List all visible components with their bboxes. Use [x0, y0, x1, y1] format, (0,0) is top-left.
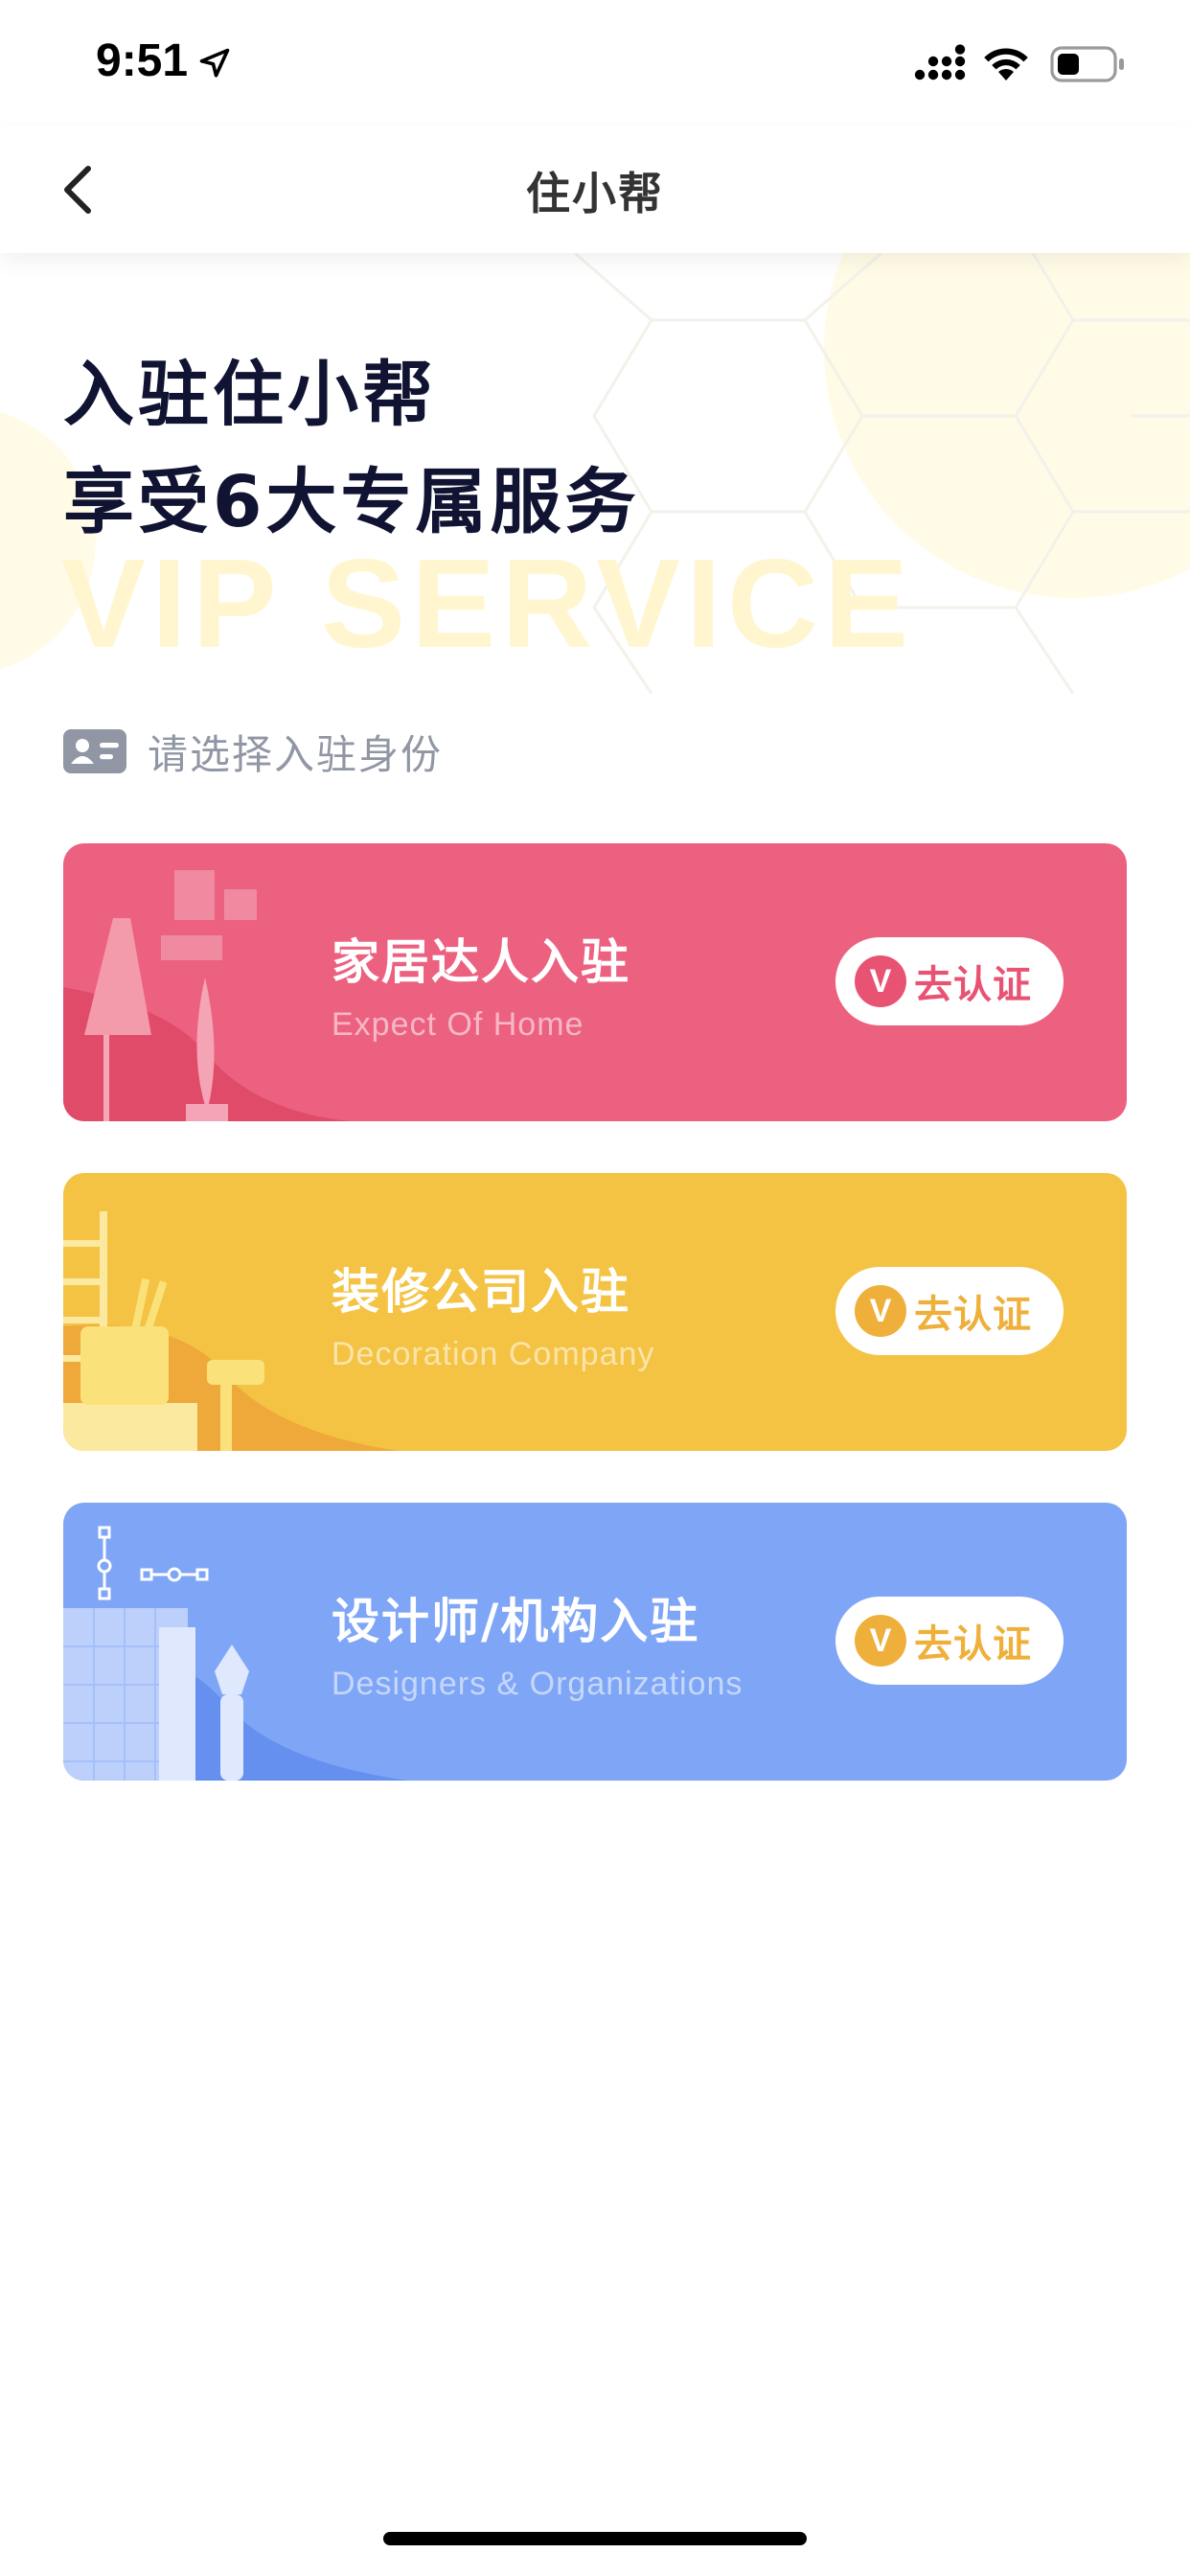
verify-button-label: 去认证: [914, 1622, 1032, 1667]
card-title: 家居达人入驻: [332, 934, 630, 990]
status-time: 9:51: [96, 35, 189, 86]
location-arrow-icon: [199, 48, 230, 78]
card-designer-organization[interactable]: 设计师/机构入驻 Designers & Organizations V 去认证: [63, 1503, 1127, 1781]
section-label-text: 请选择入驻身份: [148, 730, 444, 778]
verify-button[interactable]: V 去认证: [835, 1267, 1064, 1355]
navigation-bar: 住小帮: [0, 126, 1190, 253]
status-bar: 9:51: [0, 0, 1190, 126]
hero-headline: 入驻住小帮: [63, 354, 437, 436]
cellular-signal-icon: [914, 44, 966, 80]
verify-button-label: 去认证: [914, 1293, 1032, 1337]
card-subtitle: Decoration Company: [332, 1336, 655, 1372]
vip-badge-icon: V: [855, 955, 906, 1007]
wifi-icon: [984, 48, 1028, 80]
card-title: 装修公司入驻: [332, 1264, 630, 1320]
id-card-icon: [63, 729, 126, 773]
vip-badge-icon: V: [855, 1285, 906, 1337]
hero-subheadline: 享受6大专属服务: [63, 461, 640, 543]
identity-select-label: 请选择入驻身份: [63, 724, 443, 778]
vip-service-watermark: VIP SERVICE: [61, 533, 915, 674]
home-indicator[interactable]: [383, 2532, 807, 2545]
verify-button[interactable]: V 去认证: [835, 937, 1064, 1025]
hero-banner: VIP SERVICE 入驻住小帮 享受6大专属服务: [0, 253, 1190, 694]
battery-icon: [1050, 46, 1124, 82]
card-decoration-company[interactable]: 装修公司入驻 Decoration Company V 去认证: [63, 1173, 1127, 1451]
card-home-expert[interactable]: 家居达人入驻 Expect Of Home V 去认证: [63, 843, 1127, 1121]
page-title: 住小帮: [526, 168, 664, 219]
card-title: 设计师/机构入驻: [332, 1594, 700, 1649]
verify-button[interactable]: V 去认证: [835, 1597, 1064, 1685]
card-subtitle: Designers & Organizations: [332, 1666, 744, 1702]
verify-button-label: 去认证: [914, 963, 1032, 1007]
vip-badge-icon: V: [855, 1615, 906, 1667]
card-subtitle: Expect Of Home: [332, 1006, 584, 1043]
